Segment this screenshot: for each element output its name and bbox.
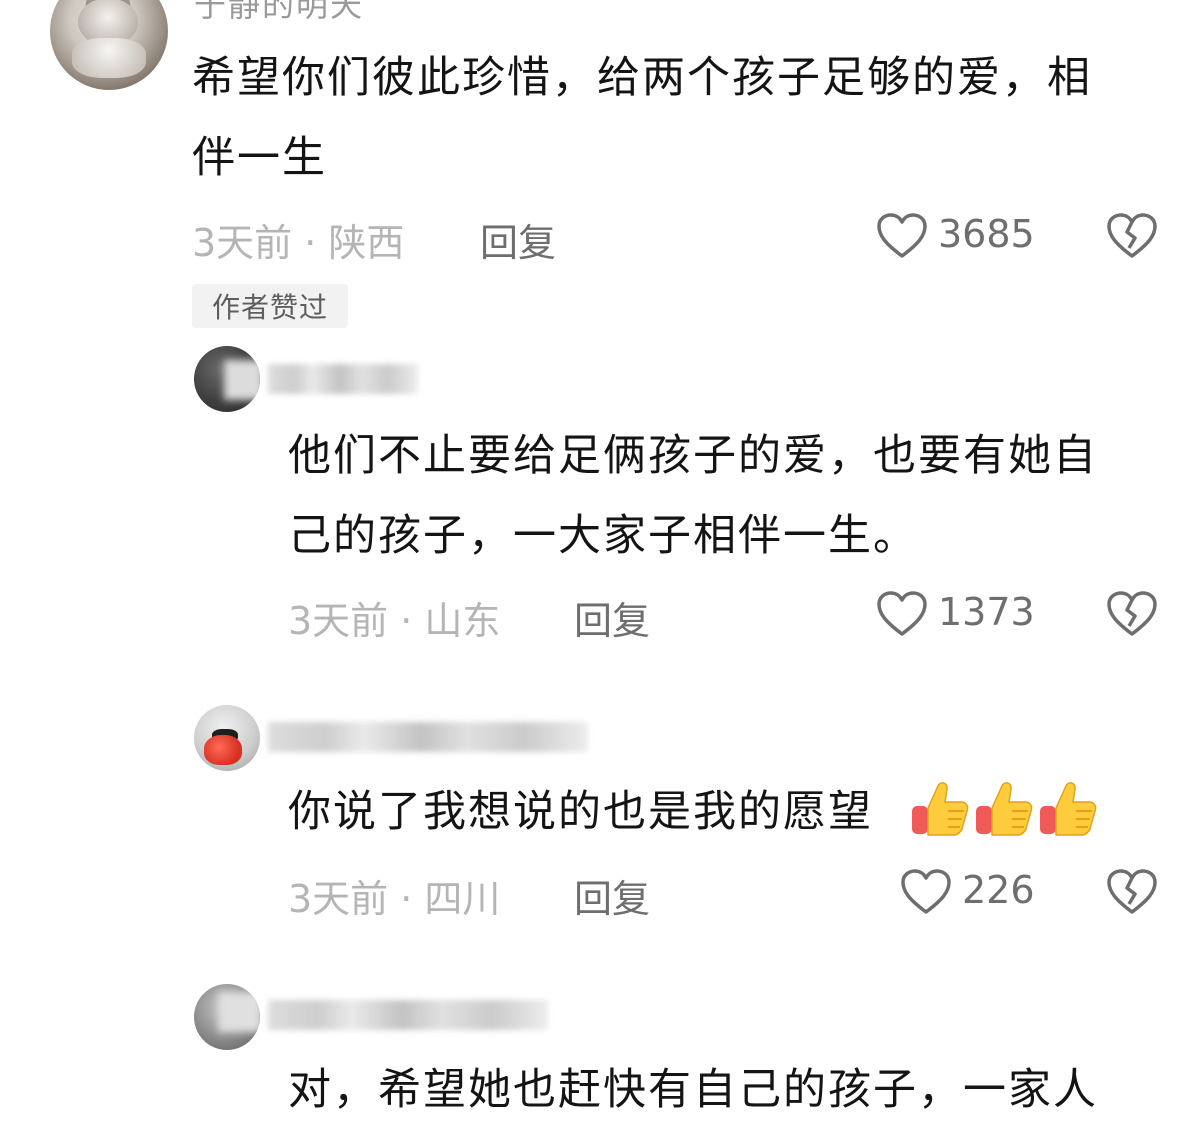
comment-text-line: 伴一生 [192, 133, 327, 183]
reply-button[interactable]: 回复 [480, 212, 556, 267]
blurred-username [268, 1000, 548, 1030]
blurred-username [268, 364, 418, 394]
avatar-detail [204, 735, 242, 765]
avatar-blur [224, 360, 260, 400]
like-count: 3685 [938, 212, 1035, 256]
comment-text-line: 希望你们彼此珍惜，给两个孩子足够的爱，相 [192, 53, 1092, 103]
comment-text-line: 己的孩子，一大家子相伴一生。 [288, 511, 918, 561]
reply-button[interactable]: 回复 [574, 590, 650, 645]
blurred-username [268, 722, 588, 752]
comment-text-line: 对，希望她也赶快有自己的孩子，一家人 [288, 1065, 1098, 1115]
avatar[interactable] [194, 346, 260, 412]
broken-heart-icon[interactable] [1106, 590, 1158, 638]
comment-meta: 3天前 · 山东 [288, 599, 501, 643]
heart-outline-icon[interactable] [876, 212, 928, 260]
author-liked-tag: 作者赞过 [192, 284, 348, 328]
thumbs-up-icon [912, 782, 969, 836]
comment-meta: 3天前 · 陕西 [192, 221, 405, 265]
avatar-blur [218, 992, 260, 1032]
comment-meta: 3天前 · 四川 [288, 877, 501, 921]
cat-body [72, 38, 146, 78]
thumbs-up-icon [976, 782, 1033, 836]
broken-heart-icon[interactable] [1106, 868, 1158, 916]
thumbs-up-icon [1040, 782, 1097, 836]
like-count: 226 [962, 868, 1035, 912]
broken-heart-icon[interactable] [1106, 212, 1158, 260]
avatar-cat[interactable] [50, 0, 168, 90]
comment-text-line: 他们不止要给足俩孩子的爱，也要有她自 [288, 431, 1098, 481]
heart-outline-icon[interactable] [900, 868, 952, 916]
comment-text-line: 你说了我想说的也是我的愿望 [288, 787, 873, 837]
reply-button[interactable]: 回复 [574, 868, 650, 923]
avatar[interactable] [194, 984, 260, 1050]
comment-username[interactable]: 于静的明天 [194, 0, 364, 26]
like-count: 1373 [938, 590, 1035, 634]
heart-outline-icon[interactable] [876, 590, 928, 638]
avatar[interactable] [194, 705, 260, 771]
